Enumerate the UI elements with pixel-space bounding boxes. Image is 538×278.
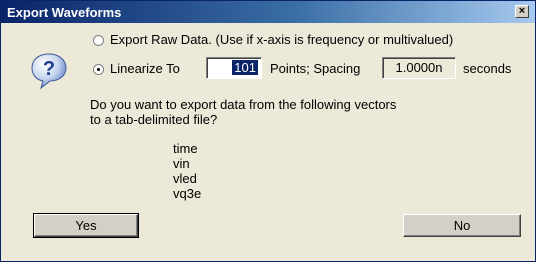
no-button[interactable]: No — [403, 214, 521, 237]
points-input[interactable]: 101 — [206, 57, 262, 79]
spacing-value: 1.0000n — [395, 60, 443, 75]
vector-item: vled — [173, 171, 197, 186]
close-icon: × — [518, 5, 526, 17]
message-line-1: Do you want to export data from the foll… — [90, 97, 397, 112]
close-button[interactable]: × — [515, 5, 529, 18]
question-icon: ? — [31, 53, 67, 90]
message-line-2: to a tab-delimited file? — [90, 112, 218, 127]
seconds-label: seconds — [463, 61, 512, 76]
points-spacing-label: Points; Spacing — [270, 61, 361, 76]
vector-item: time — [173, 141, 198, 156]
linearize-radio[interactable] — [93, 64, 104, 75]
vector-item: vin — [173, 156, 190, 171]
raw-data-label: Export Raw Data. (Use if x-axis is frequ… — [110, 32, 454, 47]
title-bar[interactable]: Export Waveforms × — [1, 1, 535, 23]
linearize-label: Linearize To — [110, 61, 180, 76]
spacing-field: 1.0000n — [382, 57, 456, 79]
yes-button[interactable]: Yes — [33, 213, 139, 238]
export-waveforms-dialog: Export Waveforms × ? Export Raw Data. (U… — [0, 0, 536, 262]
dialog-title: Export Waveforms — [7, 5, 122, 20]
points-value: 101 — [232, 60, 258, 75]
raw-data-radio[interactable] — [93, 35, 104, 46]
vector-item: vq3e — [173, 186, 202, 201]
svg-text:?: ? — [43, 58, 55, 80]
